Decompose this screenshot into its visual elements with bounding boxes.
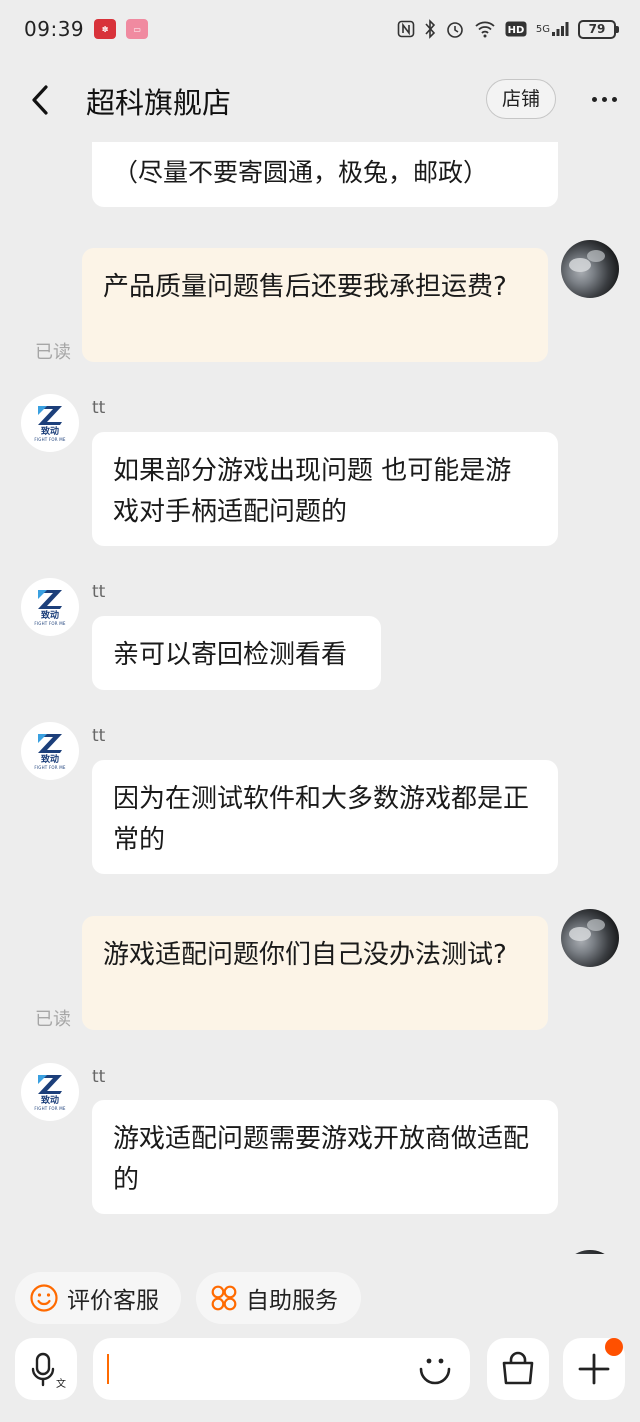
emoji-icon [419,1358,451,1385]
smile-icon [30,1284,58,1312]
hd-icon: HD [505,21,527,37]
shop-avatar[interactable]: 致动 FIGHT FOR ME [21,578,79,636]
message-bubble[interactable]: 因为在测试软件和大多数游戏都是正常的 [92,760,558,874]
bluetooth-icon [424,19,436,39]
shop-title: 超科旗舰店 [86,86,232,120]
alarm-icon [445,19,465,39]
microphone-icon: 文 [31,1352,66,1390]
products-button[interactable] [487,1338,549,1400]
message-bubble[interactable]: 游戏适配问题你们自己没办法测试? [82,916,548,1030]
message-bubble[interactable]: （尽量不要寄圆通，极兔，邮政） [92,142,558,207]
shop-logo-icon [38,590,62,609]
rate-service-button[interactable]: 评价客服 [15,1272,181,1324]
user-avatar[interactable] [561,1250,619,1254]
grid-icon [211,1285,237,1311]
shop-logo-icon [38,1075,62,1094]
read-status: 已读 [35,342,71,363]
status-bar: 09:39 ✽ ▭ HD 5G 79 [0,0,640,58]
read-status: 已读 [35,1009,71,1030]
voice-input-button[interactable]: 文 [15,1338,77,1400]
self-service-button[interactable]: 自助服务 [196,1272,361,1324]
shop-button[interactable]: 店铺 [486,79,556,119]
sender-name: tt [92,726,106,746]
more-icon-dot [612,97,617,102]
chevron-left-icon [32,85,48,115]
more-icon-dot [592,97,597,102]
sender-name: tt [92,582,106,602]
status-time: 09:39 [24,17,85,41]
svg-text:文: 文 [56,1377,66,1390]
svg-text:HD: HD [508,25,525,36]
shop-avatar[interactable]: 致动 FIGHT FOR ME [21,722,79,780]
nfc-icon [397,20,415,38]
message-bubble[interactable]: 如果部分游戏出现问题 也可能是游戏对手柄适配问题的 [92,432,558,546]
wifi-icon [474,20,496,38]
message-bubble[interactable]: 游戏适配问题需要游戏开放商做适配的 [92,1100,558,1214]
tv-app-icon: ▭ [126,19,149,39]
shop-logo-icon [38,406,62,425]
shopping-bag-icon [502,1351,534,1385]
text-cursor [107,1354,109,1384]
message-bubble[interactable]: 亲可以寄回检测看看 [92,616,381,690]
battery-icon: 79 [578,19,619,39]
shop-logo-icon [38,734,62,753]
shop-avatar[interactable]: 致动 FIGHT FOR ME [21,1063,79,1121]
chat-message-list[interactable]: （尽量不要寄圆通，极兔，邮政） 产品质量问题售后还要我承担运费? 已读 致动 F… [0,142,640,1254]
more-icon-dot [602,97,607,102]
notification-dot [605,1338,623,1356]
back-button[interactable] [26,82,58,118]
signal-icon: 5G [536,21,569,37]
app-notification-icon: ✽ [94,19,117,39]
input-bar: 文 [0,1330,640,1422]
user-avatar[interactable] [561,240,619,298]
more-button[interactable] [590,86,620,112]
sender-name: tt [92,1067,106,1087]
message-input[interactable] [93,1338,470,1400]
quick-actions-bar: 评价客服 自助服务 [0,1266,640,1330]
user-avatar[interactable] [561,909,619,967]
chat-header: 超科旗舰店 店铺 [0,58,640,142]
shop-avatar[interactable]: 致动 FIGHT FOR ME [21,394,79,452]
emoji-button[interactable] [416,1352,454,1388]
message-bubble[interactable]: 产品质量问题售后还要我承担运费? [82,248,548,362]
sender-name: tt [92,398,106,418]
